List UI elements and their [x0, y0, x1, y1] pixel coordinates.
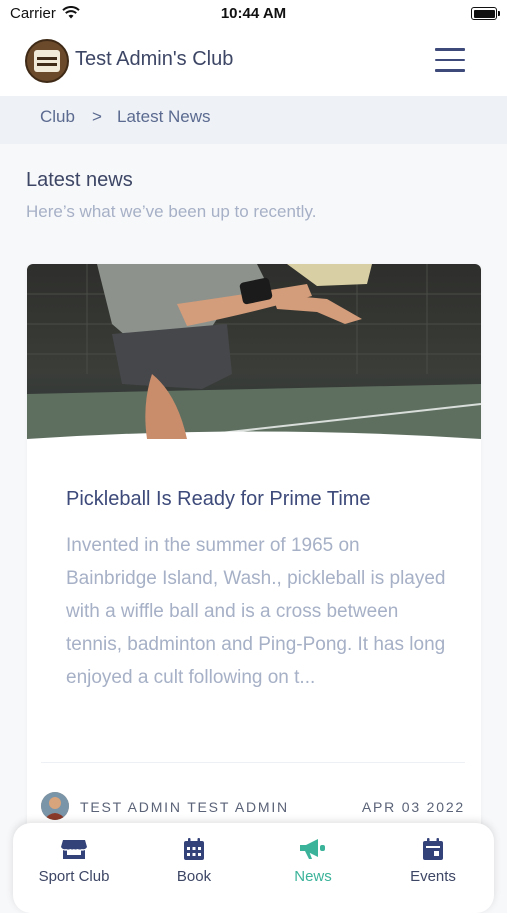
- page-title: Latest news: [26, 169, 133, 191]
- breadcrumb-latest-news: Latest News: [117, 107, 211, 126]
- megaphone-icon: [253, 838, 373, 862]
- club-logo[interactable]: [25, 39, 69, 83]
- store-icon: [14, 838, 134, 862]
- tab-news[interactable]: News: [253, 823, 373, 900]
- hamburger-menu-icon[interactable]: [435, 48, 465, 72]
- tab-events[interactable]: Events: [373, 823, 493, 900]
- author-name: TEST ADMIN TEST ADMIN: [80, 799, 289, 815]
- article-image: [27, 264, 481, 444]
- calendar-icon: [134, 838, 254, 862]
- clock: 10:44 AM: [220, 5, 287, 22]
- divider: [41, 762, 465, 763]
- breadcrumb: Club > Latest News: [0, 96, 507, 144]
- app-header: Test Admin's Club: [0, 28, 507, 96]
- breadcrumb-club[interactable]: Club: [40, 107, 75, 127]
- article-title[interactable]: Pickleball Is Ready for Prime Time: [66, 488, 446, 511]
- club-name[interactable]: Test Admin's Club: [75, 48, 233, 71]
- page-subtitle: Here’s what we’ve been up to recently.: [26, 202, 317, 221]
- battery-icon: [471, 7, 500, 20]
- article-excerpt: Invented in the summer of 1965 on Bainbr…: [66, 535, 446, 688]
- status-bar: Carrier 10:44 AM: [0, 0, 507, 28]
- post-date: APR 03 2022: [361, 799, 465, 815]
- avatar: [41, 792, 69, 820]
- tab-book[interactable]: Book: [134, 823, 254, 900]
- news-card[interactable]: Pickleball Is Ready for Prime Time Inven…: [27, 264, 481, 844]
- calendar-event-icon: [373, 838, 493, 862]
- tab-label: Book: [176, 868, 212, 885]
- tab-label: Events: [410, 868, 456, 885]
- tab-label: News: [294, 868, 332, 885]
- tab-label: Sport Club: [38, 868, 110, 885]
- chevron-right-icon: >: [92, 107, 102, 126]
- tab-sport-club[interactable]: Sport Club: [14, 823, 134, 900]
